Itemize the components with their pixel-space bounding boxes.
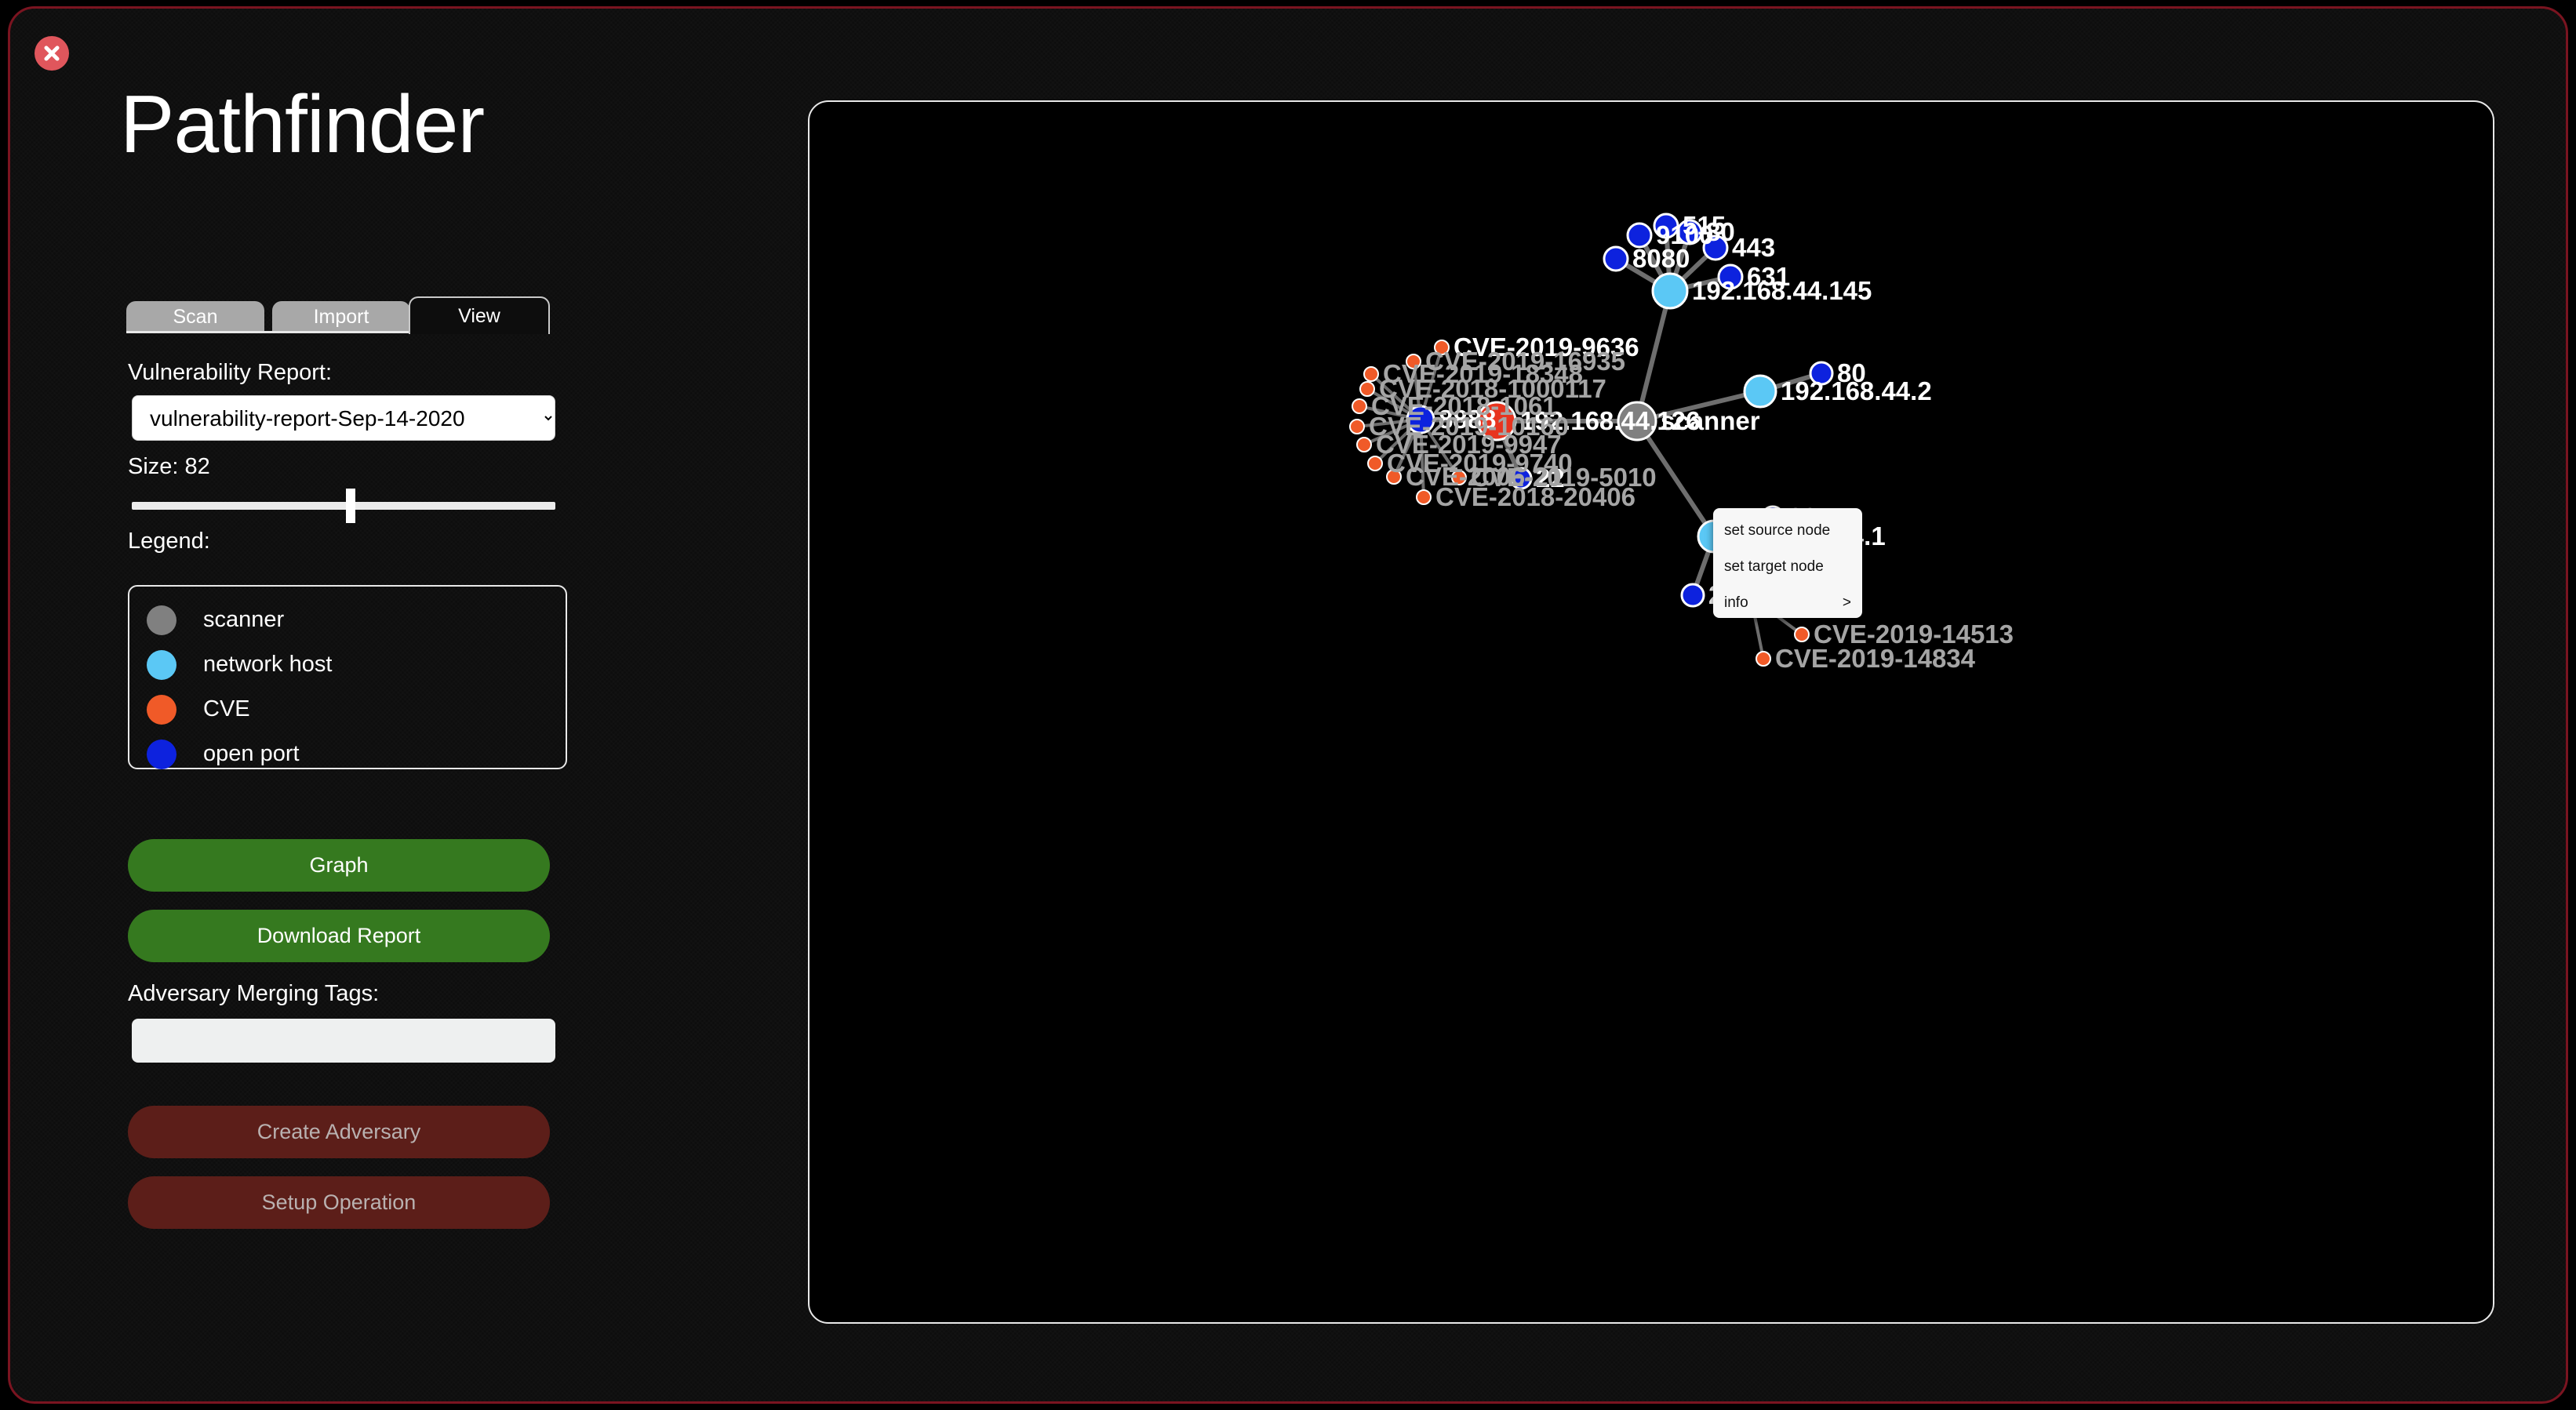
size-slider-thumb[interactable] [346, 489, 355, 523]
setup-operation-button-label: Setup Operation [261, 1190, 417, 1214]
legend-label-open-port: open port [203, 741, 300, 766]
graph-node-label-p443a: 443 [1732, 233, 1775, 262]
tab-bar: Scan Import View [126, 295, 550, 334]
page-title: Pathfinder [120, 79, 485, 170]
tab-view-label: View [458, 304, 500, 327]
tab-scan[interactable]: Scan [126, 301, 264, 333]
download-report-button[interactable]: Download Report [128, 910, 550, 962]
graph-node-h2[interactable] [1743, 374, 1777, 409]
tab-import-label: Import [313, 305, 369, 328]
legend-item-cve: CVE [147, 687, 566, 732]
tab-import[interactable]: Import [272, 301, 410, 333]
size-slider[interactable] [132, 502, 555, 510]
tab-scan-label: Scan [173, 305, 218, 328]
graph-node-p22b[interactable] [1680, 583, 1705, 608]
graph-node-label-p80b: 80 [1837, 358, 1866, 387]
graph-node-cve1061[interactable] [1352, 398, 1367, 414]
create-adversary-button[interactable]: Create Adversary [128, 1106, 550, 1158]
legend-label-cve: CVE [203, 696, 250, 721]
graph-node-cve18348[interactable] [1363, 366, 1379, 382]
legend-dot-cve [147, 694, 176, 725]
graph-button[interactable]: Graph [128, 839, 550, 892]
network-graph[interactable]: scanner192.168.44.145192.168.44.2192.168… [810, 102, 2494, 1324]
legend-item-network-host: network host [147, 642, 566, 687]
chevron-right-icon: > [1842, 594, 1851, 611]
adversary-merging-tags-label: Adversary Merging Tags: [128, 981, 380, 1006]
close-icon [44, 45, 60, 61]
vulnerability-report-select[interactable]: vulnerability-report-Sep-14-2020 [132, 395, 555, 441]
graph-node-p8080[interactable] [1603, 245, 1629, 272]
adversary-merging-tags-input[interactable] [132, 1019, 555, 1063]
graph-node-label-p631: 631 [1747, 262, 1790, 291]
size-label: Size: 82 [128, 454, 210, 479]
context-menu-label-set-target-node: set target node [1724, 558, 1824, 575]
graph-node-cve14834[interactable] [1756, 651, 1771, 667]
legend-item-open-port: open port [147, 732, 566, 776]
graph-node-cve14513[interactable] [1794, 627, 1810, 642]
graph-node-label-p80a: 80 [1706, 217, 1735, 246]
app-window: Pathfinder Scan Import View Vulnerabilit… [8, 6, 2568, 1404]
create-adversary-button-label: Create Adversary [257, 1120, 421, 1143]
legend-box: scanner network host CVE open port [128, 585, 567, 769]
context-menu-item-set-target-node[interactable]: set target node [1713, 549, 1862, 585]
context-menu-label-set-source-node: set source node [1724, 522, 1831, 539]
legend-dot-scanner [147, 605, 176, 635]
context-menu-item-info[interactable]: info > [1713, 585, 1862, 621]
graph-node-cve10160[interactable] [1349, 419, 1365, 434]
context-menu-label-info: info [1724, 594, 1748, 611]
graph-node-label-cve20406: CVE-2018-20406 [1435, 482, 1635, 511]
node-context-menu[interactable]: set source node set target node info > [1713, 508, 1862, 618]
legend-dot-open-port [147, 739, 176, 769]
legend-label-network-host: network host [203, 652, 333, 677]
context-menu-item-set-source-node[interactable]: set source node [1713, 513, 1862, 549]
vulnerability-report-label: Vulnerability Report: [128, 360, 333, 385]
graph-panel[interactable]: scanner 192.168.44.145 192.168.44.2 192.168… [808, 100, 2494, 1324]
tab-underline [126, 331, 409, 333]
graph-edge [1635, 290, 1672, 422]
graph-node-label-cve14834: CVE-2019-14834 [1775, 644, 1976, 673]
graph-button-label: Graph [309, 853, 369, 877]
tab-view[interactable]: View [409, 296, 550, 334]
download-report-button-label: Download Report [257, 924, 421, 947]
legend-label-scanner: scanner [203, 607, 285, 632]
graph-node-label-p8080: 8080 [1632, 244, 1690, 273]
legend-dot-network-host [147, 649, 176, 680]
close-button[interactable] [35, 36, 69, 71]
graph-node-h145[interactable] [1651, 272, 1689, 310]
legend-label: Legend: [128, 529, 210, 554]
setup-operation-button[interactable]: Setup Operation [128, 1176, 550, 1229]
graph-node-cve20406[interactable] [1416, 489, 1432, 505]
legend-item-scanner: scanner [147, 598, 566, 642]
